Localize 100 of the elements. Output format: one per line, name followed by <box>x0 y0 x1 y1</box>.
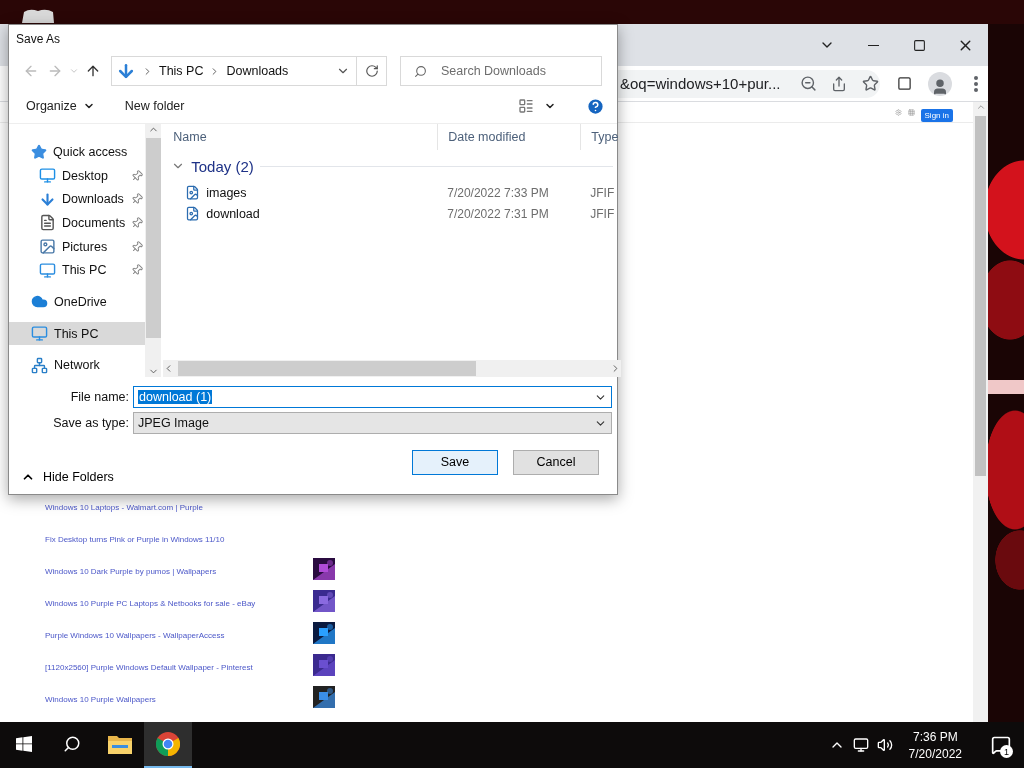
navigation-item[interactable]: This PC <box>9 321 146 346</box>
new-folder-button[interactable]: New folder <box>124 99 185 113</box>
file-name-field[interactable]: download (1) <box>133 386 612 408</box>
breadcrumb-item[interactable]: Downloads <box>226 64 289 78</box>
desktop-icon <box>39 167 56 185</box>
side-panel-icon <box>896 76 912 91</box>
navigation-label: Desktop <box>62 168 109 183</box>
download-icon <box>116 61 136 81</box>
file-name: images <box>206 185 247 200</box>
file-type-value: JPEG Image <box>138 416 210 430</box>
result-link[interactable]: Windows 10 Purple PC Laptops & Netbooks for sale - eBay <box>45 599 256 608</box>
navigation-label: This PC <box>62 263 108 278</box>
column-header[interactable]: Date modified <box>438 124 582 150</box>
search-icon <box>63 735 81 753</box>
file-row[interactable]: images 7/20/2022 7:33 PM JFIF <box>163 182 622 203</box>
network-icon[interactable] <box>852 737 869 753</box>
navigation-item[interactable]: OneDrive <box>9 290 146 314</box>
image-file-icon <box>185 185 201 200</box>
refresh-button[interactable] <box>357 56 387 86</box>
result-link[interactable]: Windows 10 Laptops - Walmart.com | Purple <box>45 503 203 512</box>
sign-in-button[interactable]: Sign in <box>920 109 953 122</box>
breadcrumb-item[interactable]: This PC <box>159 64 204 78</box>
forward-icon <box>47 63 63 79</box>
windows-logo-icon <box>16 736 32 752</box>
notification-count: 1 <box>1000 745 1013 758</box>
address-text: &oq=windows+10+pur... <box>620 75 781 92</box>
browser-logo-icon <box>156 732 180 756</box>
clock[interactable]: 7:36 PM 7/20/2022 <box>900 729 970 761</box>
zoom-out-icon <box>799 75 817 92</box>
help-icon <box>586 96 605 116</box>
file-name-value: download (1) <box>138 390 213 404</box>
view-icon <box>518 98 534 114</box>
search-field[interactable]: Search Downloads <box>400 56 602 86</box>
profile-avatar[interactable] <box>928 71 952 96</box>
file-type-dropdown[interactable]: JPEG Image <box>133 412 612 434</box>
navigation-item[interactable]: Pictures <box>9 234 146 259</box>
computer-icon <box>39 261 56 279</box>
volume-icon[interactable] <box>876 737 893 753</box>
scrollbar[interactable] <box>145 124 162 377</box>
notifications-button[interactable]: 1 <box>978 722 1024 768</box>
result-link[interactable]: Purple Windows 10 Wallpapers - WallpaperAccess <box>45 631 225 640</box>
navigation-label: OneDrive <box>54 294 108 309</box>
navigation-item[interactable]: Quick access <box>9 140 146 164</box>
back-icon <box>23 63 39 79</box>
search-icon <box>414 65 427 78</box>
image-file-icon <box>185 206 201 221</box>
field-label: Save as type: <box>52 416 129 430</box>
bookmark-button[interactable] <box>860 73 880 94</box>
result-link[interactable]: [1120x2560] Purple Windows Default Wallpaper - Pinterest <box>45 663 253 672</box>
save-button[interactable]: Save <box>412 449 498 475</box>
address-box[interactable]: This PC Downloads <box>111 56 357 86</box>
group-label: Today (2) <box>191 157 254 175</box>
result-link[interactable]: Fix Desktop turns Pink or Purple in Windows 11/10 <box>45 535 225 544</box>
star-icon <box>861 75 879 92</box>
file-date: 7/20/2022 7:31 PM <box>446 206 550 221</box>
navigation-label: Documents <box>62 215 126 230</box>
navigation-label: Quick access <box>53 144 129 159</box>
browser-button[interactable] <box>144 722 192 768</box>
scrollbar[interactable] <box>973 102 988 722</box>
navigation-item[interactable]: Documents <box>9 211 146 235</box>
navigation-label: This PC <box>54 326 100 341</box>
organize-button[interactable]: Organize <box>26 99 95 113</box>
navigation-label: Downloads <box>62 192 125 207</box>
file-date: 7/20/2022 7:33 PM <box>446 185 550 200</box>
refresh-icon <box>364 64 379 78</box>
navigation-label: Pictures <box>62 239 109 254</box>
clock-date: 7/20/2022 <box>908 746 962 761</box>
help-button[interactable] <box>586 96 605 116</box>
download-icon <box>39 190 56 208</box>
maximize-icon <box>912 38 926 52</box>
chevron-icon <box>69 66 79 76</box>
folder-icon <box>108 734 132 754</box>
computer-icon <box>31 325 48 343</box>
network-icon <box>31 356 48 374</box>
up-icon <box>85 63 101 79</box>
notification-icon <box>991 735 1011 755</box>
menu-icon <box>974 75 978 92</box>
result-link[interactable]: Windows 10 Purple Wallpapers <box>45 695 156 704</box>
navigation-item[interactable]: This PC <box>9 258 146 283</box>
hide-folders-button[interactable]: Hide Folders <box>21 470 114 484</box>
navigation-item[interactable]: Network <box>9 353 146 378</box>
field-label: File name: <box>69 390 129 404</box>
scrollbar[interactable] <box>163 360 622 377</box>
file-type: JFIF <box>589 185 615 200</box>
document-icon <box>39 214 56 232</box>
result-link[interactable]: Windows 10 Dark Purple by pumos | Wallpapers <box>45 567 217 576</box>
navigation-item[interactable]: Downloads <box>9 187 146 212</box>
file-row[interactable]: download 7/20/2022 7:31 PM JFIF <box>163 203 622 224</box>
navigation-item[interactable]: Desktop <box>9 163 146 188</box>
minimize-icon <box>867 44 879 46</box>
clock-time: 7:36 PM <box>912 729 958 744</box>
column-header[interactable]: Name <box>163 124 439 150</box>
star-icon <box>31 143 47 160</box>
file-type: JFIF <box>589 206 615 221</box>
picture-icon <box>39 238 56 256</box>
share-icon <box>831 75 848 92</box>
cancel-button[interactable]: Cancel <box>513 449 599 475</box>
file-name: download <box>206 206 260 221</box>
dialog-title: Save As <box>15 31 62 48</box>
view-button[interactable] <box>518 98 534 114</box>
